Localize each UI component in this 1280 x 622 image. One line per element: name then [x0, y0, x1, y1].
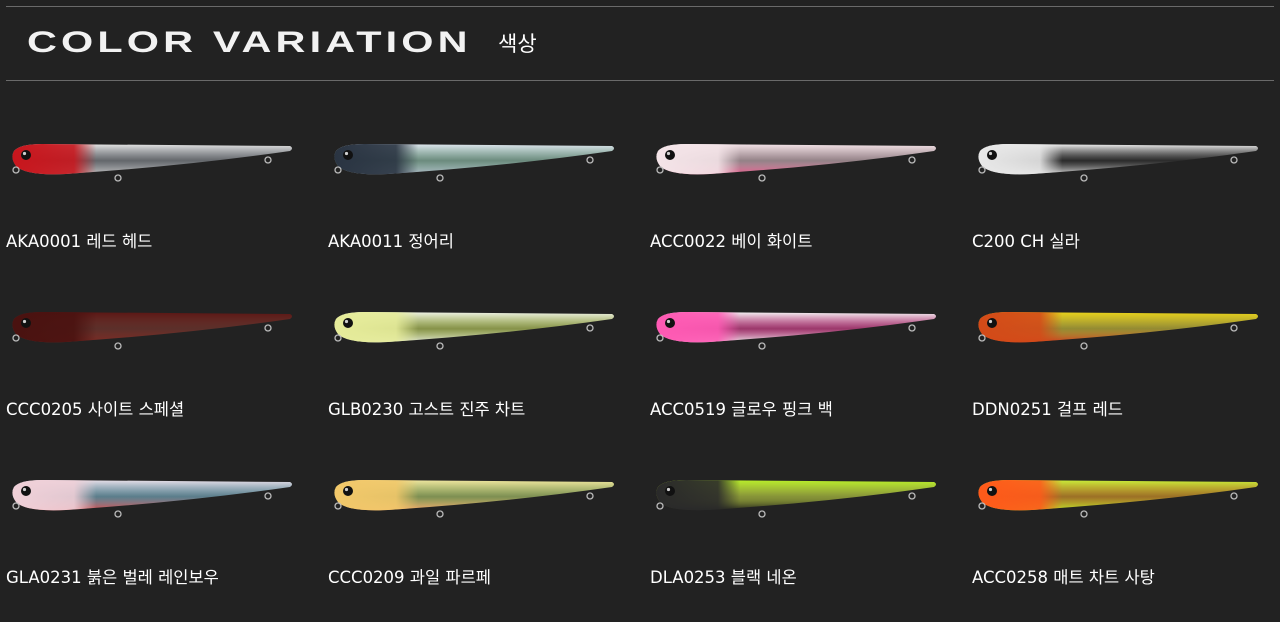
color-variation-label: ACC0258 매트 차트 사탕	[972, 568, 1155, 587]
lure-gulf-red-icon	[972, 286, 1272, 381]
color-variation-item[interactable]: ACC0022 베이 화이트	[650, 118, 972, 286]
color-variation-label: ACC0022 베이 화이트	[650, 232, 813, 251]
section-subtitle: 색상	[498, 32, 537, 56]
header-top-divider	[6, 6, 1274, 7]
color-variation-label: CCC0205 사이트 스페셜	[6, 400, 185, 419]
color-variation-item[interactable]: CCC0205 사이트 스페셜	[6, 286, 328, 454]
color-variation-label: GLB0230 고스트 진주 차트	[328, 400, 526, 419]
color-variation-item[interactable]: AKA0001 레드 헤드	[6, 118, 328, 286]
color-variation-label: DDN0251 걸프 레드	[972, 400, 1123, 419]
lure-matte-chart-candy-icon	[972, 454, 1272, 549]
color-variation-label: DLA0253 블랙 네온	[650, 568, 797, 587]
color-variation-item[interactable]: ACC0258 매트 차트 사탕	[972, 454, 1280, 622]
lure-bay-white-icon	[650, 118, 950, 213]
lure-black-neon-icon	[650, 454, 950, 549]
color-variation-item[interactable]: DDN0251 걸프 레드	[972, 286, 1280, 454]
header-bottom-divider	[6, 80, 1274, 81]
color-variation-item[interactable]: C200 CH 실라	[972, 118, 1280, 286]
color-variation-label: AKA0011 정어리	[328, 232, 454, 251]
color-variation-label: GLA0231 붉은 벌레 레인보우	[6, 568, 219, 587]
lure-sight-special-icon	[6, 286, 306, 381]
lure-sardine-icon	[328, 118, 628, 213]
lure-glow-pink-back-icon	[650, 286, 950, 381]
color-variation-item[interactable]: CCC0209 과일 파르페	[328, 454, 650, 622]
lure-red-head-icon	[6, 118, 306, 213]
color-variation-item[interactable]: DLA0253 블랙 네온	[650, 454, 972, 622]
lure-ghost-pearl-chart-icon	[328, 286, 628, 381]
color-variation-label: ACC0519 글로우 핑크 백	[650, 400, 833, 419]
lure-red-worm-rainbow-icon	[6, 454, 306, 549]
color-variation-item[interactable]: GLB0230 고스트 진주 차트	[328, 286, 650, 454]
color-variation-item[interactable]: AKA0011 정어리	[328, 118, 650, 286]
section-title: COLOR VARIATION	[27, 26, 472, 59]
color-variation-label: CCC0209 과일 파르페	[328, 568, 491, 587]
lure-fruit-parfait-icon	[328, 454, 628, 549]
color-variation-label: AKA0001 레드 헤드	[6, 232, 153, 251]
color-variation-item[interactable]: GLA0231 붉은 벌레 레인보우	[6, 454, 328, 622]
color-variation-label: C200 CH 실라	[972, 232, 1080, 251]
lure-silla-icon	[972, 118, 1272, 213]
color-variation-item[interactable]: ACC0519 글로우 핑크 백	[650, 286, 972, 454]
